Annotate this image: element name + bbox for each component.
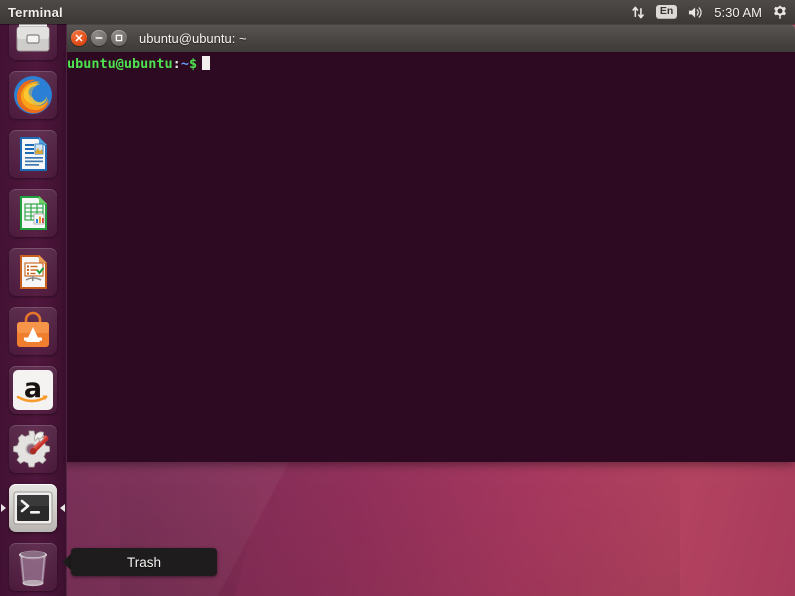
terminal-cursor	[202, 56, 211, 70]
panel-app-title[interactable]: Terminal	[8, 5, 63, 20]
desktop-screen: Terminal En 5:30 AM a Trash ubuntu@ubunt…	[0, 0, 795, 596]
terminal-title-text: ubuntu@ubuntu: ~	[139, 30, 247, 46]
launcher-pip-focused-icon	[60, 503, 65, 512]
unity-launcher: a	[0, 11, 67, 596]
top-panel: Terminal En 5:30 AM	[0, 0, 795, 24]
maximize-button[interactable]	[111, 30, 127, 46]
terminal-prompt-line: ubuntu@ubuntu:~$	[67, 56, 795, 73]
indicator-area: En 5:30 AM	[631, 0, 795, 24]
network-icon[interactable]	[631, 0, 646, 24]
launcher-item-trash[interactable]	[0, 537, 66, 596]
launcher-pip-running-icon	[1, 503, 6, 512]
launcher-item-terminal[interactable]	[0, 478, 66, 537]
volume-icon[interactable]	[687, 0, 704, 24]
prompt-separator: :	[172, 56, 181, 72]
clock[interactable]: 5:30 AM	[714, 5, 762, 20]
system-settings-icon	[9, 424, 57, 473]
libreoffice-calc-icon	[9, 188, 57, 237]
launcher-item-firefox[interactable]	[0, 65, 66, 124]
keyboard-layout-indicator[interactable]: En	[655, 5, 678, 19]
session-menu-icon[interactable]	[772, 0, 788, 24]
launcher-item-software-center[interactable]	[0, 301, 66, 360]
terminal-body[interactable]: ubuntu@ubuntu:~$	[63, 52, 795, 462]
launcher-item-libreoffice-calc[interactable]	[0, 183, 66, 242]
launcher-item-system-settings[interactable]	[0, 419, 66, 478]
trash-icon	[9, 542, 57, 591]
launcher-item-libreoffice-writer[interactable]	[0, 124, 66, 183]
tooltip-body: Trash	[71, 548, 217, 576]
firefox-icon	[9, 70, 57, 119]
launcher-tooltip: Trash	[62, 548, 217, 576]
amazon-icon: a	[9, 365, 57, 414]
tooltip-label: Trash	[126, 554, 161, 570]
libreoffice-impress-icon	[9, 247, 57, 296]
terminal-icon	[9, 483, 57, 532]
libreoffice-writer-icon	[9, 129, 57, 178]
terminal-titlebar[interactable]: ubuntu@ubuntu: ~	[63, 24, 795, 52]
software-center-icon	[9, 306, 57, 355]
prompt-path: ~	[180, 56, 189, 72]
launcher-item-amazon[interactable]: a	[0, 360, 66, 419]
close-button[interactable]	[71, 30, 87, 46]
window-controls	[71, 30, 127, 46]
minimize-button[interactable]	[91, 30, 107, 46]
launcher-item-libreoffice-impress[interactable]	[0, 242, 66, 301]
terminal-window: ubuntu@ubuntu: ~ ubuntu@ubuntu:~$	[63, 24, 795, 462]
prompt-user-host: ubuntu@ubuntu	[67, 56, 173, 72]
prompt-symbol: $	[188, 56, 198, 72]
